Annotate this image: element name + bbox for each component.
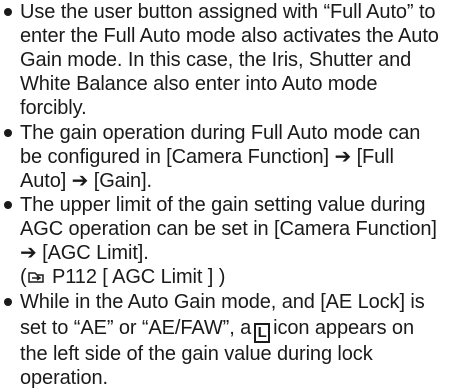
page-reference[interactable]: ( P112 [ AGC Limit ] ) [20, 265, 460, 289]
text-line: forcibly. [20, 97, 87, 119]
document-body: Use the user button assigned with “Full … [0, 0, 466, 390]
bullet-dot [4, 201, 12, 209]
bullet-dot [4, 129, 12, 137]
bullet-item-ae-lock: While in the Auto Gain mode, and [AE Loc… [0, 290, 466, 390]
text-line: The gain operation during Full Auto mode… [20, 122, 421, 144]
bullet-item-agc-limit: The upper limit of the gain setting valu… [0, 193, 466, 265]
reference-text: P112 [ AGC Limit ] ) [46, 266, 226, 288]
text-line: Auto] ➔ [Gain]. [20, 170, 152, 192]
lock-icon: L [254, 323, 271, 343]
text-fragment: set to “AE” or “AE/FAW”, a [20, 317, 252, 339]
text-line: White Balance also enter into Auto mode [20, 73, 378, 95]
text-line: the left side of the gain value during l… [20, 343, 373, 365]
text-line: While in the Auto Gain mode, and [AE Loc… [20, 291, 425, 313]
text-fragment: icon appears on [273, 317, 414, 339]
bullet-dot [4, 298, 12, 306]
text-line: The upper limit of the gain setting valu… [20, 194, 426, 216]
text-line: Gain mode. In this case, the Iris, Shutt… [20, 49, 412, 71]
text-line: enter the Full Auto mode also activates … [20, 25, 439, 47]
bullet-item-gain-operation: The gain operation during Full Auto mode… [0, 121, 466, 193]
text-line: operation. [20, 367, 108, 389]
bullet-dot [4, 8, 12, 16]
text-line: AGC operation can be set in [Camera Func… [20, 218, 437, 240]
page-reference-line: ( P112 [ AGC Limit ] ) [20, 265, 460, 289]
text-line: Use the user button assigned with “Full … [20, 1, 436, 23]
bullet-item-full-auto: Use the user button assigned with “Full … [0, 0, 466, 120]
text-line-with-icon: set to “AE” or “AE/FAW”, a Licon appears … [20, 314, 466, 343]
text-line: be configured in [Camera Function] ➔ [Fu… [20, 146, 394, 168]
page-reference-icon [27, 266, 45, 283]
text-line: ➔ [AGC Limit]. [20, 242, 149, 264]
